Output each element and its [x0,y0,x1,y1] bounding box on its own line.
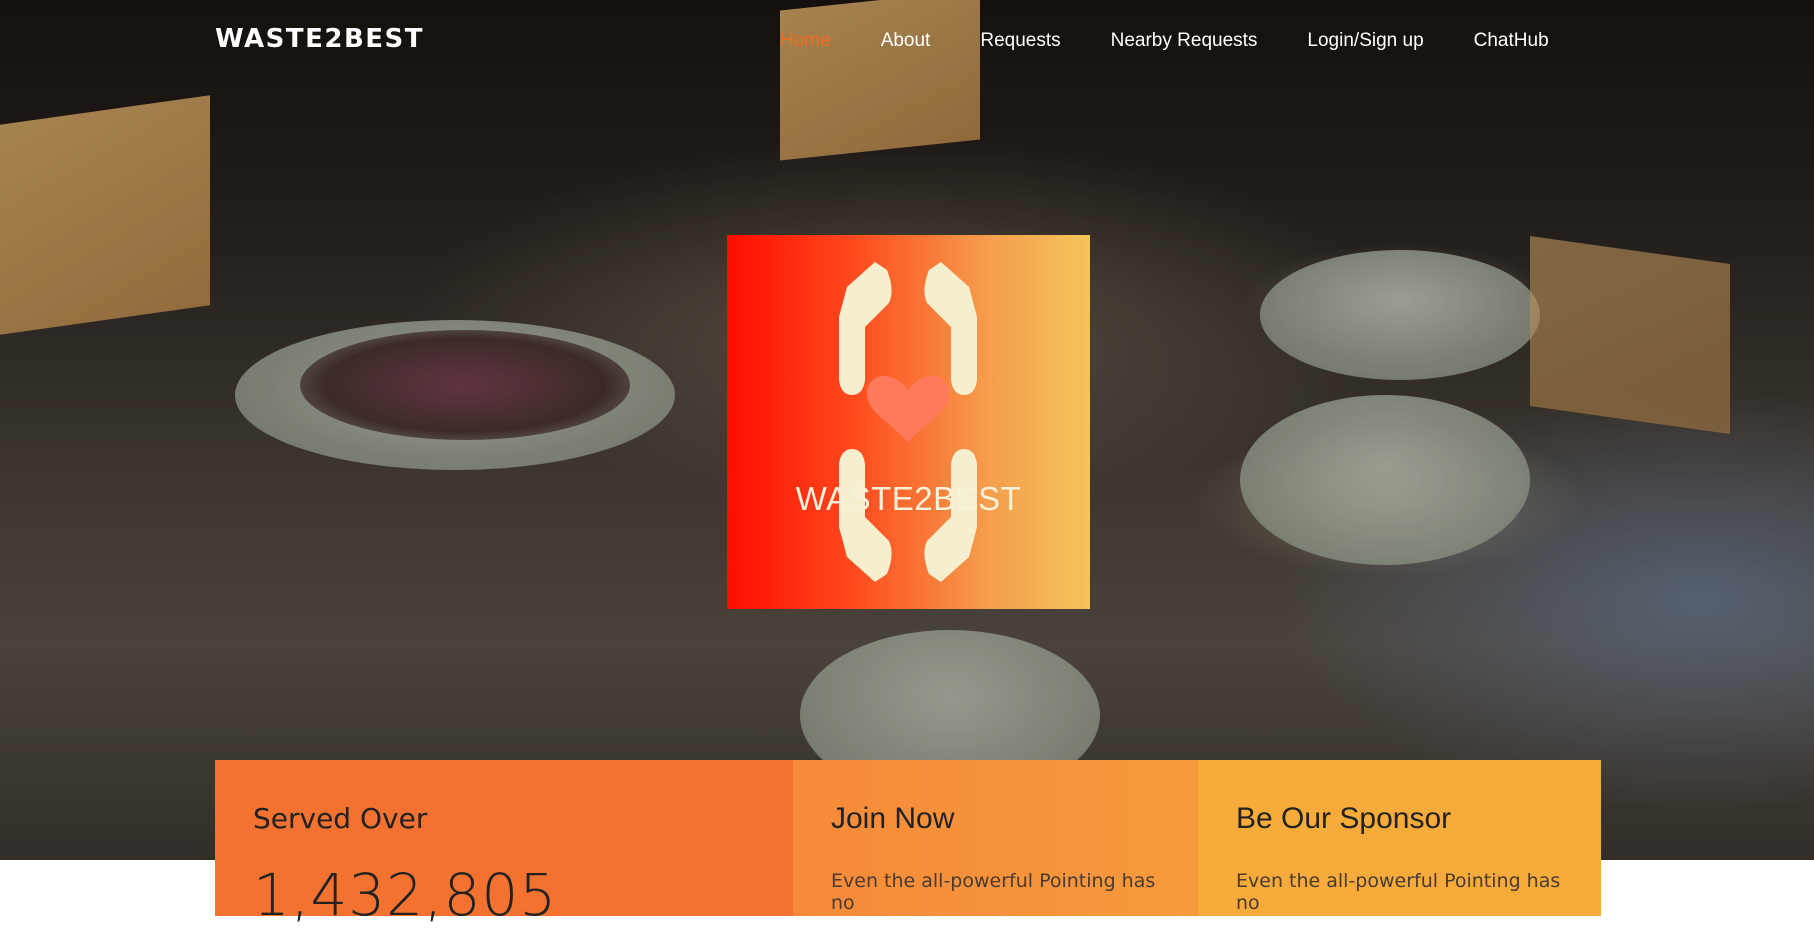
hands-heart-icon [839,262,977,582]
nav-item-home[interactable]: Home [780,30,831,52]
served-over-card: Served Over 1,432,805 [215,760,793,929]
brand-logo-text[interactable]: WASTE2BEST [215,24,424,54]
nav-item-chathub[interactable]: ChatHub [1474,30,1549,52]
join-now-text: Even the all-powerful Pointing has no [831,870,1156,914]
join-now-card[interactable]: Join Now Even the all-powerful Pointing … [793,760,1198,916]
nav-menu: Home About Requests Nearby Requests Logi… [780,30,1599,52]
served-count: 1,432,805 [253,861,558,929]
nav-item-login-signup[interactable]: Login/Sign up [1307,30,1423,52]
nav-item-nearby-requests[interactable]: Nearby Requests [1111,30,1258,52]
logo-text: WASTE2BEST [795,480,1022,517]
sponsor-title[interactable]: Be Our Sponsor [1236,802,1563,836]
nav-item-about[interactable]: About [881,30,931,52]
join-now-title[interactable]: Join Now [831,802,1160,836]
top-navbar: WASTE2BEST Home About Requests Nearby Re… [0,0,1814,84]
nav-item-requests[interactable]: Requests [980,30,1060,52]
served-over-title: Served Over [253,802,428,835]
sponsor-card[interactable]: Be Our Sponsor Even the all-powerful Poi… [1198,760,1601,916]
feature-cards: Served Over 1,432,805 Join Now Even the … [215,760,1601,929]
sponsor-text: Even the all-powerful Pointing has no [1236,870,1561,914]
waste2best-logo: WASTE2BEST [727,235,1090,609]
